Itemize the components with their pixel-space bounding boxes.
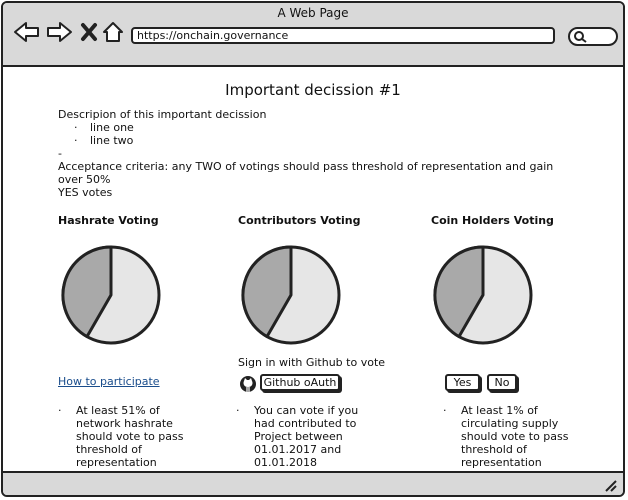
how-to-participate-link[interactable]: How to participate <box>58 375 160 388</box>
note-line: had contributed to <box>254 417 357 430</box>
github-oauth-button[interactable]: Github oAuth <box>260 374 340 391</box>
forward-icon[interactable] <box>45 20 73 44</box>
note-line: circulating supply <box>461 417 559 430</box>
acceptance-criteria: Acceptance criteria: any TWO of votings … <box>58 160 554 186</box>
back-icon[interactable] <box>13 20 41 44</box>
acceptance-criteria-continued: YES votes <box>58 186 113 199</box>
page-title: Important decission #1 <box>225 81 401 99</box>
note-line: should vote to pass <box>76 430 184 443</box>
window-title: A Web Page <box>277 6 349 20</box>
status-bar <box>3 471 623 495</box>
yes-button[interactable]: Yes <box>445 374 480 391</box>
note-line: representation <box>76 456 157 469</box>
note-line: At least 51% of <box>76 404 160 417</box>
note-line: threshold of <box>76 443 142 456</box>
note-line: 01.01.2017 and <box>254 443 342 456</box>
resize-grip-icon[interactable] <box>603 478 617 492</box>
close-icon[interactable] <box>80 20 98 44</box>
contributors-eligibility-note: · You can vote if you had contributed to… <box>236 404 359 469</box>
bullet-dot: · <box>58 404 62 417</box>
note-line: should vote to pass <box>461 430 569 443</box>
no-button[interactable]: No <box>487 374 517 391</box>
bullet-dot: · <box>443 404 447 417</box>
coin-holders-pie-chart <box>433 245 533 345</box>
coin-holders-voting-title: Coin Holders Voting <box>431 214 554 227</box>
note-line: representation <box>461 456 542 469</box>
note-line: At least 1% of <box>461 404 538 417</box>
hashrate-pie-chart <box>61 245 161 345</box>
bullet-dot: · <box>236 404 240 417</box>
decision-description: Descripion of this important decission l… <box>58 108 568 199</box>
search-box[interactable] <box>568 27 618 46</box>
address-bar[interactable]: https://onchain.governance <box>131 27 555 44</box>
github-icon <box>240 376 256 392</box>
list-item: line two <box>74 134 568 147</box>
hashrate-threshold-note: · At least 51% of network hashrate shoul… <box>58 404 184 469</box>
description-list: line one line two <box>58 121 568 147</box>
list-item: line one <box>74 121 568 134</box>
note-line: threshold of <box>461 443 527 456</box>
page-content: Important decission #1 Descripion of thi… <box>3 65 623 473</box>
note-line: You can vote if you <box>254 404 359 417</box>
contributors-voting-title: Contributors Voting <box>238 214 361 227</box>
contributors-pie-chart <box>241 245 341 345</box>
note-line: Project between <box>254 430 343 443</box>
coin-holders-threshold-note: · At least 1% of circulating supply shou… <box>443 404 569 469</box>
github-signin-label: Sign in with Github to vote <box>238 356 386 369</box>
browser-window: A Web Page https://onchain.governance Im… <box>1 1 625 497</box>
home-icon[interactable] <box>101 20 125 44</box>
note-line: 01.01.2018 <box>254 456 317 469</box>
hashrate-voting-title: Hashrate Voting <box>58 214 159 227</box>
dash-line: - <box>58 147 62 160</box>
description-text: Descripion of this important decission <box>58 108 267 121</box>
search-icon <box>574 31 587 43</box>
note-line: network hashrate <box>76 417 173 430</box>
browser-titlebar: A Web Page https://onchain.governance <box>3 3 623 67</box>
